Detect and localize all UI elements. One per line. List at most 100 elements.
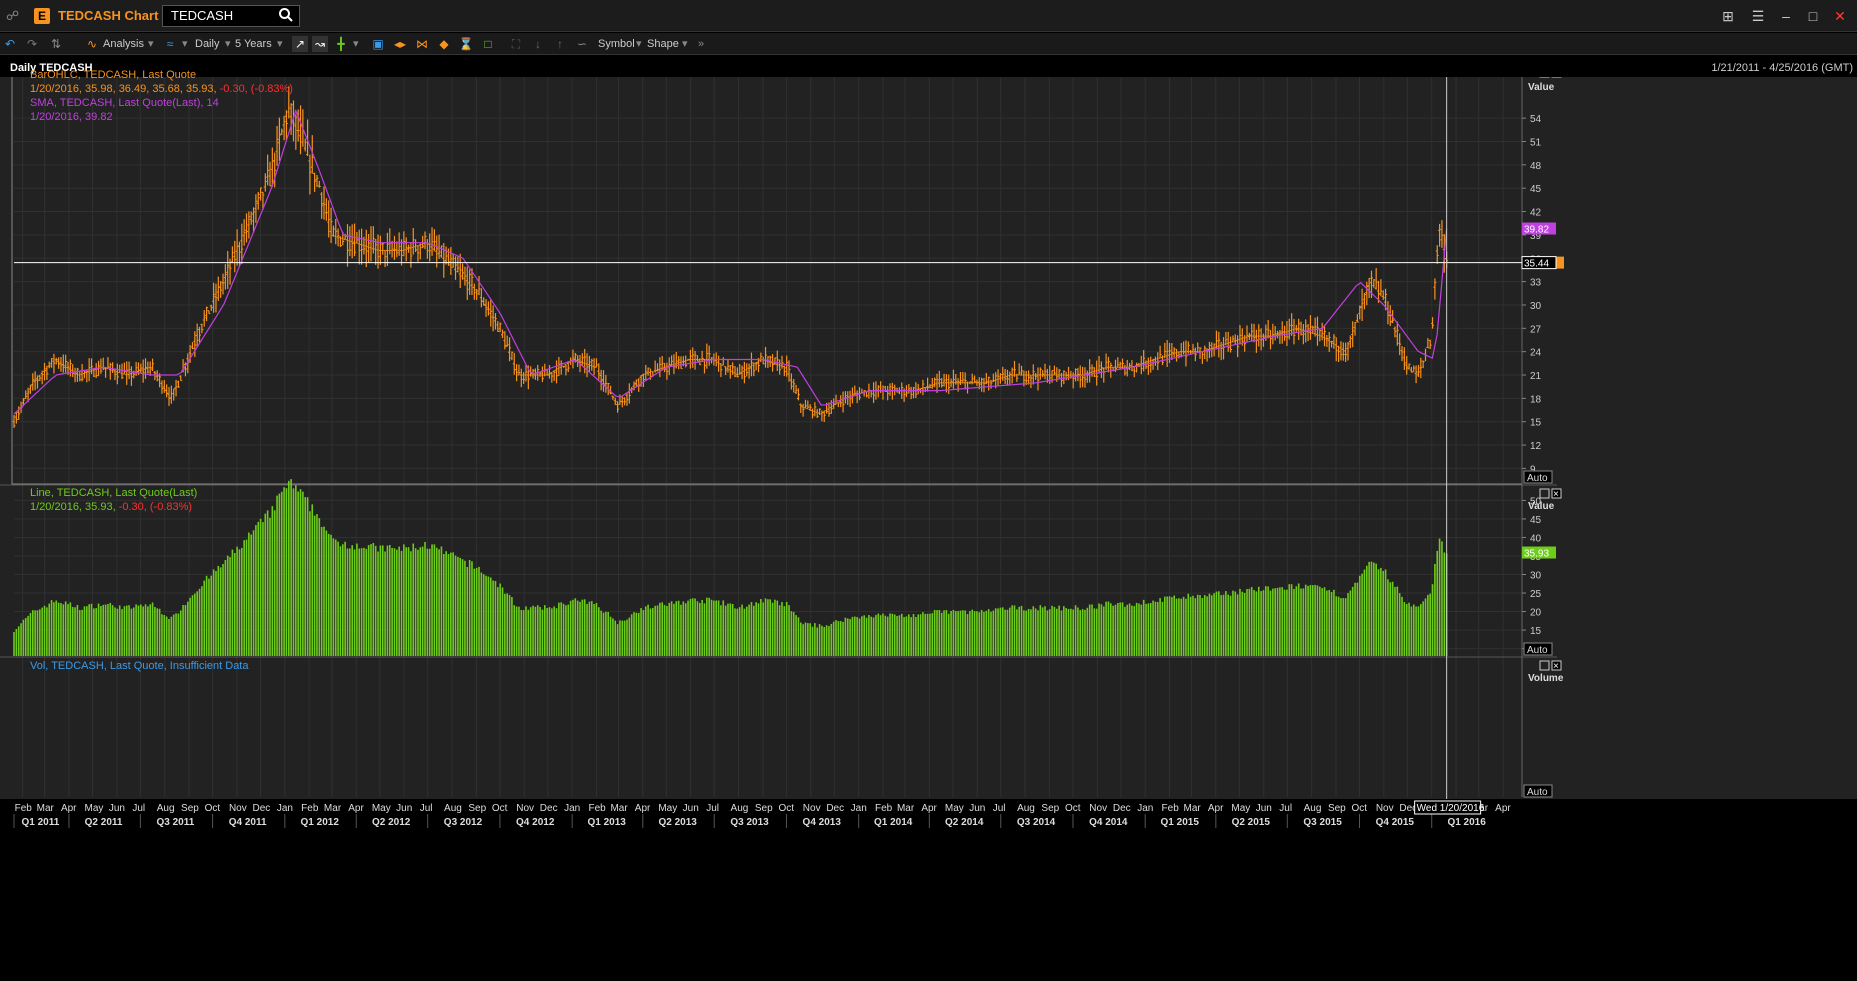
quarter-label: Q3 2011	[156, 817, 194, 828]
price-legend-row: BarOHLC, TEDCASH, Last Quote	[30, 68, 293, 82]
line-legend-text: Line, TEDCASH, Last Quote(Last)	[30, 487, 198, 499]
chart-canvas[interactable]: 5451484542393633302724211815129504540353…	[0, 77, 1857, 981]
quarter-label: Q4 2011	[229, 817, 267, 828]
symbol-menu[interactable]: Symbol	[598, 36, 635, 52]
arrow-down-icon[interactable]: ↓	[530, 36, 546, 52]
fit-icon[interactable]: ⌛	[458, 36, 474, 52]
crosshair-icon[interactable]: ╋	[333, 36, 349, 52]
crosshair-value-tag: 35.44	[1524, 259, 1549, 270]
month-label: Sep	[1328, 803, 1346, 814]
expand-icon[interactable]: ⛶	[508, 36, 524, 52]
scroll-icon[interactable]: ◂▸	[392, 36, 408, 52]
quarter-label: Q2 2014	[945, 817, 984, 828]
price-tick-label: 51	[1530, 137, 1542, 148]
analysis-icon[interactable]: ∿	[84, 36, 100, 52]
price-tick-label: 48	[1530, 161, 1542, 172]
price-tick-label: 33	[1530, 278, 1542, 289]
interval-select[interactable]: Daily	[195, 36, 219, 52]
month-label: May	[658, 803, 677, 814]
month-label: May	[1231, 803, 1250, 814]
volume-legend-text: Vol, TEDCASH, Last Quote, Insufficient D…	[30, 660, 249, 672]
month-label: Mar	[37, 803, 55, 814]
crosshair-chevron-icon[interactable]: ▾	[353, 36, 359, 52]
more-icon[interactable]: »	[698, 36, 704, 52]
snapshot-icon[interactable]: ▣	[370, 36, 386, 52]
bar-style-icon[interactable]: ⇅	[48, 36, 64, 52]
shape-chevron-icon[interactable]: ▾	[682, 36, 688, 52]
auto-scale-label: Auto	[1527, 787, 1548, 798]
month-label: Sep	[181, 803, 199, 814]
month-label: Jun	[969, 803, 985, 814]
quarter-label: Q2 2011	[85, 817, 123, 828]
price-tick-label: 45	[1530, 184, 1542, 195]
price-legend-text: BarOHLC, TEDCASH, Last Quote	[30, 69, 197, 81]
quarter-label: Q3 2013	[730, 817, 769, 828]
month-label: Feb	[301, 803, 319, 814]
shape-menu[interactable]: Shape	[647, 36, 679, 52]
auto-scale-label: Auto	[1527, 645, 1548, 656]
price-tick-label: 15	[1530, 418, 1542, 429]
quarter-label: Q1 2013	[587, 817, 626, 828]
analysis-menu[interactable]: Analysis	[103, 36, 144, 52]
line-tick-label: 30	[1530, 571, 1542, 582]
studies-icon[interactable]: ≈	[162, 36, 178, 52]
volume-legend-row: Vol, TEDCASH, Last Quote, Insufficient D…	[30, 659, 248, 673]
symbol-chevron-icon[interactable]: ▾	[636, 36, 642, 52]
arrow-up-icon[interactable]: ↑	[552, 36, 568, 52]
month-label: May	[945, 803, 964, 814]
select-area-icon[interactable]: □	[480, 36, 496, 52]
plot-background	[0, 77, 1857, 799]
trend-icon[interactable]: ∽	[574, 36, 590, 52]
month-label: Feb	[1162, 803, 1180, 814]
interval-chevron-icon[interactable]: ▾	[225, 36, 231, 52]
quarter-label: Q3 2015	[1303, 817, 1342, 828]
month-label: Jul	[132, 803, 145, 814]
pane-close-glyph: ×	[1553, 489, 1559, 500]
close-button[interactable]: ✕	[1830, 6, 1850, 26]
month-label: Apr	[635, 803, 651, 814]
undo-icon[interactable]: ↶	[2, 36, 18, 52]
menu-icon[interactable]: ☰	[1748, 6, 1768, 26]
price-legend-text: 1/20/2016, 35.98, 36.49, 35.68, 35.93,	[30, 83, 220, 95]
price-axis-title: Value	[1528, 82, 1555, 93]
range-chevron-icon[interactable]: ▾	[277, 36, 283, 52]
range-select[interactable]: 5 Years	[235, 36, 272, 52]
zoom-x-icon[interactable]: ⋈	[414, 36, 430, 52]
month-label: Sep	[755, 803, 773, 814]
price-tick-label: 27	[1530, 324, 1542, 335]
quarter-label: Q1 2016	[1447, 817, 1486, 828]
maximize-button[interactable]: □	[1803, 6, 1823, 26]
compare-chart-icon[interactable]: ↝	[312, 36, 328, 52]
month-label: Apr	[61, 803, 77, 814]
month-label: Oct	[1352, 803, 1368, 814]
line-tick-label: 20	[1530, 608, 1542, 619]
volume-axis-title: Volume	[1528, 673, 1564, 684]
month-label: Feb	[588, 803, 606, 814]
zoom-y-icon[interactable]: ◆	[436, 36, 452, 52]
search-icon[interactable]	[278, 7, 294, 23]
line-legend: Line, TEDCASH, Last Quote(Last) 1/20/201…	[30, 486, 197, 514]
quarter-label: Q1 2015	[1161, 817, 1200, 828]
month-label: Mar	[1184, 803, 1202, 814]
month-label: Sep	[468, 803, 486, 814]
quarter-label: Q2 2015	[1232, 817, 1271, 828]
pin-icon[interactable]: ⊞	[1718, 6, 1738, 26]
line-chart-icon[interactable]: ↗	[292, 36, 308, 52]
month-label: Dec	[252, 803, 270, 814]
link-icon[interactable]: ☍	[6, 8, 22, 24]
month-label: Sep	[1041, 803, 1059, 814]
minimize-button[interactable]: –	[1776, 6, 1796, 26]
price-tick-label: 24	[1530, 348, 1542, 359]
redo-icon[interactable]: ↷	[24, 36, 40, 52]
quarter-label: Q1 2012	[301, 817, 340, 828]
studies-chevron-icon[interactable]: ▾	[182, 36, 188, 52]
line-axis-title: Value	[1528, 501, 1555, 512]
month-label: Dec	[1113, 803, 1131, 814]
line-value-tag: 35.93	[1524, 549, 1549, 560]
price-legend-text: 1/20/2016, 39.82	[30, 111, 113, 123]
line-tick-label: 15	[1530, 626, 1542, 637]
quarter-label: Q2 2013	[659, 817, 698, 828]
line-legend-row: 1/20/2016, 35.93, -0.30, (-0.83%)	[30, 500, 197, 514]
auto-scale-label: Auto	[1527, 473, 1548, 484]
analysis-chevron-icon[interactable]: ▾	[148, 36, 154, 52]
